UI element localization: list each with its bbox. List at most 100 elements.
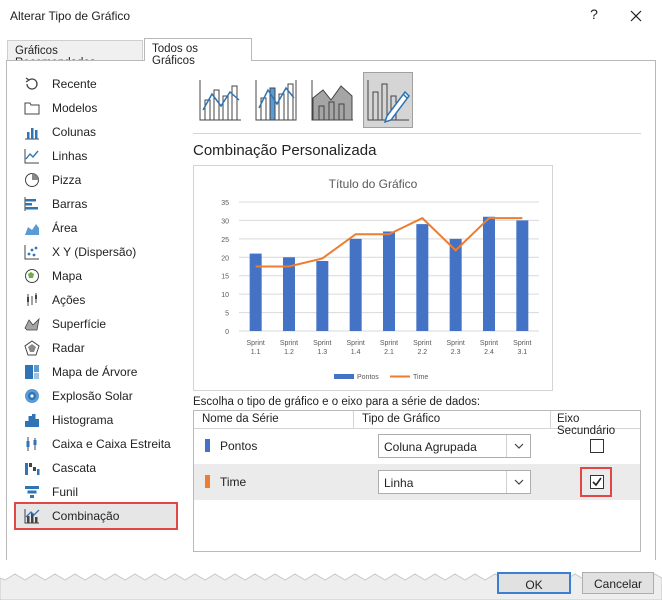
gallery-separator: [193, 133, 641, 134]
y-tick-label: 10: [221, 292, 229, 299]
x-tick-label: Sprint: [447, 340, 465, 347]
close-button[interactable]: [624, 4, 648, 28]
category-funnel[interactable]: Funil: [16, 480, 176, 504]
chart-type-value: Coluna Agrupada: [384, 440, 477, 454]
waterfall-chart-icon: [22, 459, 42, 477]
chart-type-select[interactable]: Coluna Agrupada: [378, 434, 531, 458]
legend-label: Pontos: [357, 374, 379, 381]
line-chart-icon: [22, 147, 42, 165]
window-title: Alterar Tipo de Gráfico: [10, 9, 131, 23]
x-tick-label: Sprint: [347, 340, 365, 347]
header-series-name: Nome da Série: [202, 413, 279, 425]
category-label: Ações: [52, 293, 86, 307]
bar: [316, 260, 329, 331]
category-pie[interactable]: Pizza: [16, 168, 176, 192]
y-tick-label: 25: [221, 237, 229, 244]
legend-label: Time: [413, 374, 428, 381]
recent-icon: [22, 75, 42, 93]
category-stock[interactable]: Ações: [16, 288, 176, 312]
map-chart-icon: [22, 267, 42, 285]
dropdown-button[interactable]: [506, 435, 530, 457]
column-separator: [550, 411, 551, 429]
chevron-down-icon: [514, 479, 523, 485]
subtype-area-column[interactable]: [307, 72, 357, 128]
category-waterfall[interactable]: Cascata: [16, 456, 176, 480]
series-name: Pontos: [220, 439, 258, 453]
chart-type-value: Linha: [384, 476, 414, 490]
category-bars[interactable]: Barras: [16, 192, 176, 216]
combo-column-line-secondary-icon: [255, 80, 297, 121]
y-tick-label: 35: [221, 200, 229, 207]
secondary-axis-checkbox[interactable]: [590, 475, 604, 489]
category-combo[interactable]: Combinação: [14, 502, 178, 530]
series-table-header: Nome da Série Tipo de Gráfico Eixo Secun…: [194, 411, 640, 437]
bar: [249, 253, 262, 331]
ok-button[interactable]: OK: [497, 572, 571, 594]
category-area[interactable]: Área: [16, 216, 176, 240]
category-map[interactable]: Mapa: [16, 264, 176, 288]
header-chart-type: Tipo de Gráfico: [362, 413, 441, 425]
help-button[interactable]: ?: [586, 6, 602, 22]
category-recent[interactable]: Recente: [16, 72, 176, 96]
category-treemap[interactable]: Mapa de Árvore: [16, 360, 176, 384]
tab-all-charts[interactable]: Todos os Gráficos: [144, 38, 252, 67]
category-label: Cascata: [52, 461, 97, 475]
category-label: Caixa e Caixa Estreita: [52, 437, 171, 451]
x-tick-label: Sprint: [313, 340, 331, 347]
x-tick-label: 2.3: [451, 349, 461, 356]
dropdown-button[interactable]: [506, 471, 530, 493]
category-sunburst[interactable]: Explosão Solar: [16, 384, 176, 408]
x-tick-label: Sprint: [413, 340, 431, 347]
x-tick-label: 2.1: [384, 349, 394, 356]
category-radar[interactable]: Radar: [16, 336, 176, 360]
column-separator: [353, 411, 354, 429]
subtype-custom-combination[interactable]: [363, 72, 413, 128]
y-tick-label: 5: [225, 311, 229, 318]
category-columns[interactable]: Colunas: [16, 120, 176, 144]
category-scatter[interactable]: X Y (Dispersão): [16, 240, 176, 264]
secondary-axis-checkbox[interactable]: [590, 439, 604, 453]
chart-svg: Título do Gráfico05101520253035012345678…: [221, 177, 563, 381]
category-label: Radar: [52, 341, 85, 355]
chart-type-select[interactable]: Linha: [378, 470, 531, 494]
y-tick-label: 15: [221, 274, 229, 281]
category-lines[interactable]: Linhas: [16, 144, 176, 168]
category-templates[interactable]: Modelos: [16, 96, 176, 120]
x-tick-label: 1.1: [251, 349, 261, 356]
chart-category-list: Recente Modelos Colunas Linhas Pizza Bar…: [14, 72, 178, 530]
combo-column-line-icon: [199, 80, 241, 121]
bar: [449, 238, 462, 331]
cancel-button[interactable]: Cancelar: [582, 572, 654, 594]
histogram-chart-icon: [22, 411, 42, 429]
series-table: Nome da Série Tipo de Gráfico Eixo Secun…: [193, 410, 641, 552]
column-chart-icon: [22, 123, 42, 141]
tab-strip: Gráficos Recomendados Todos os Gráficos: [0, 38, 662, 69]
combo-chart-icon: [22, 507, 42, 525]
chevron-down-icon: [514, 443, 523, 449]
series-name: Time: [220, 475, 247, 489]
series-color-swatch: [205, 439, 210, 452]
series-color-swatch: [205, 475, 210, 488]
category-box-whisker[interactable]: Caixa e Caixa Estreita: [16, 432, 176, 456]
pie-chart-icon: [22, 171, 42, 189]
x-tick-label: Sprint: [513, 340, 531, 347]
subtype-column-line-secondary[interactable]: [251, 72, 301, 128]
category-label: Linhas: [52, 149, 88, 163]
legend-swatch: [334, 374, 354, 379]
bar: [383, 231, 395, 331]
subtype-column-line[interactable]: [195, 72, 245, 128]
x-tick-label: Sprint: [280, 340, 298, 347]
bar: [483, 216, 495, 331]
category-histogram[interactable]: Histograma: [16, 408, 176, 432]
series-row-time: Time Linha: [194, 464, 640, 500]
x-tick-label: 1.2: [284, 349, 294, 356]
category-label: Colunas: [52, 125, 97, 139]
category-label: Explosão Solar: [52, 389, 133, 403]
category-label: Combinação: [52, 509, 120, 523]
category-surface[interactable]: Superfície: [16, 312, 176, 336]
y-tick-label: 20: [221, 255, 229, 262]
surface-chart-icon: [22, 315, 42, 333]
category-label: Pizza: [52, 173, 82, 187]
bar: [516, 220, 529, 331]
tab-recommended-charts[interactable]: Gráficos Recomendados: [7, 40, 143, 69]
